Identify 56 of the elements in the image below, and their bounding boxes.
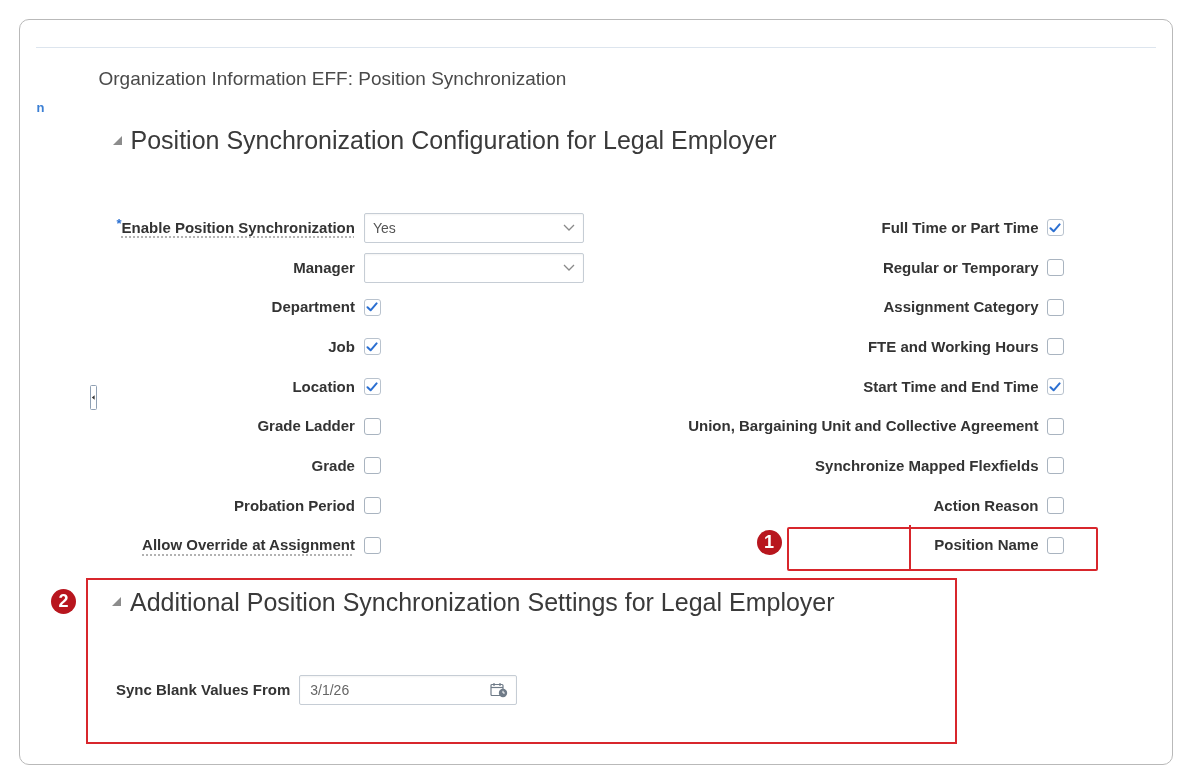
required-marker: * <box>116 216 122 230</box>
field-label: Grade <box>311 456 355 475</box>
checkmark-icon <box>366 341 379 352</box>
field-label: Position Name <box>934 536 1039 555</box>
field-label: Manager <box>293 258 355 277</box>
field-label: Job <box>328 337 355 356</box>
page-title: Organization Information EFF: Position Synchronization <box>98 67 568 90</box>
checkbox[interactable] <box>363 497 381 515</box>
callout-badge: 2 <box>51 588 76 614</box>
checkbox[interactable] <box>1046 417 1064 435</box>
checkbox[interactable] <box>1046 378 1064 396</box>
field-label: Full Time or Part Time <box>881 218 1039 237</box>
checkbox[interactable] <box>1046 298 1064 316</box>
dropdown-field[interactable]: Yes <box>363 212 584 243</box>
section-title: Position Synchronization Configuration for Legal Employer <box>130 125 777 155</box>
field-label: Regular or Temporary <box>882 258 1039 277</box>
checkmark-icon <box>1049 222 1061 233</box>
dropdown-field[interactable] <box>363 252 584 283</box>
field-label: Allow Override at Assignment <box>142 536 355 555</box>
chevron-down-icon <box>562 264 575 272</box>
checkbox[interactable] <box>363 536 381 554</box>
field-label: Action Reason <box>933 496 1039 515</box>
collapse-handle[interactable] <box>89 385 97 410</box>
field-label: Department <box>271 298 355 317</box>
checkbox[interactable] <box>363 457 381 475</box>
checkbox[interactable] <box>363 378 381 396</box>
checkmark-icon <box>366 302 379 313</box>
checkbox[interactable] <box>363 417 381 435</box>
field-label: Sync Blank Values From <box>116 680 291 699</box>
field-label: FTE and Working Hours <box>867 337 1039 356</box>
field-label: Assignment Category <box>883 298 1039 317</box>
chevron-down-icon <box>562 224 575 232</box>
field-label: Probation Period <box>234 496 355 515</box>
checkmark-icon <box>366 381 379 392</box>
checkbox[interactable] <box>1046 338 1064 356</box>
checkbox[interactable] <box>363 338 381 356</box>
field-label: Start Time and End Time <box>863 377 1039 396</box>
field-label: Location <box>292 377 355 396</box>
checkbox[interactable] <box>363 298 381 316</box>
section-title: Additional Position Synchronization Settings for Legal Employer <box>130 586 835 617</box>
checkbox[interactable] <box>1046 536 1064 554</box>
checkbox[interactable] <box>1046 219 1064 237</box>
disclosure-triangle-icon[interactable] <box>112 597 121 607</box>
field-label: Enable Position Synchronization <box>121 218 355 237</box>
field-label: Synchronize Mapped Flexfields <box>815 456 1039 475</box>
field-label: Grade Ladder <box>257 417 355 436</box>
callout-badge: 1 <box>756 529 782 555</box>
calendar-icon[interactable] <box>490 681 509 698</box>
checkbox[interactable] <box>1046 259 1064 277</box>
field-label: Union, Bargaining Unit and Collective Agreement <box>688 417 1039 436</box>
checkbox[interactable] <box>1046 457 1064 475</box>
checkbox[interactable] <box>1046 497 1064 515</box>
disclosure-triangle-icon[interactable] <box>112 135 122 145</box>
side-link[interactable]: n <box>36 100 45 115</box>
date-field[interactable]: 3/1/26 <box>299 674 518 705</box>
checkmark-icon <box>1049 381 1061 392</box>
